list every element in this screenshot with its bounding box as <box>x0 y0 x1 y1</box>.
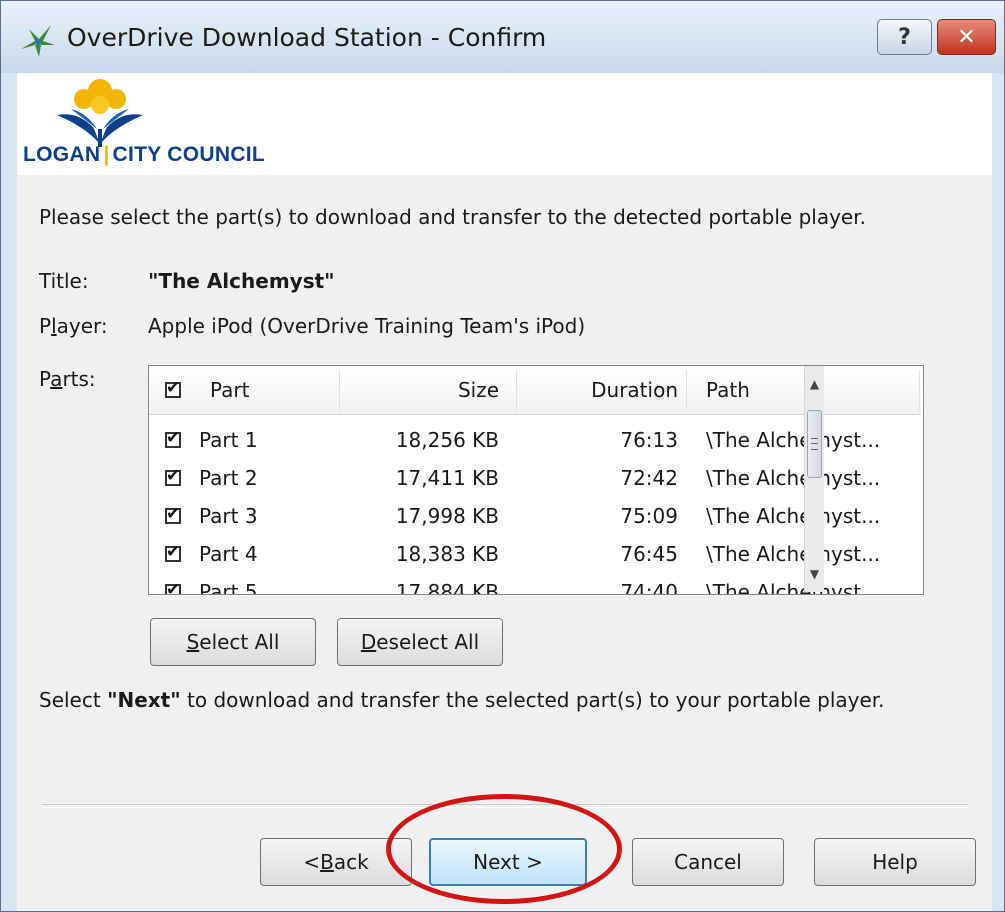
logo-text-logan: LOGAN <box>23 143 101 166</box>
window-title: OverDrive Download Station - Confirm <box>67 23 547 52</box>
scroll-down-arrow-icon[interactable]: ▼ <box>805 556 824 592</box>
logo-banner: LOGAN | CITY COUNCIL <box>17 73 992 175</box>
part-path: \The Alchemyst... <box>706 580 881 595</box>
select-all-button[interactable]: Select All <box>150 618 316 666</box>
title-label: Title: <box>39 269 89 293</box>
part-path: \The Alchemyst... <box>706 504 881 528</box>
overdrive-app-icon <box>21 25 55 57</box>
title-bar[interactable]: OverDrive Download Station - Confirm ? ✕ <box>1 1 1004 73</box>
column-header-duration[interactable]: Duration <box>516 366 678 414</box>
titlebar-help-button[interactable]: ? <box>877 19 932 55</box>
scroll-up-arrow-icon[interactable]: ▲ <box>805 366 824 402</box>
dialog-client-area: LOGAN | CITY COUNCIL Please select the par… <box>17 73 992 911</box>
cancel-button[interactable]: Cancel <box>632 838 784 886</box>
part-name: Part 4 <box>199 542 258 566</box>
part-duration: 74:40 <box>620 580 678 595</box>
logo-text-city-council: CITY COUNCIL <box>112 143 266 166</box>
column-header-part[interactable]: Part <box>210 366 249 414</box>
part-name: Part 1 <box>199 428 258 452</box>
part-duration: 75:09 <box>620 504 678 528</box>
help-button[interactable]: Help <box>814 838 976 886</box>
part-size: 17,998 KB <box>395 504 499 528</box>
back-button[interactable]: < Back <box>260 838 412 886</box>
logo-wordmark: LOGAN | CITY COUNCIL <box>23 143 266 166</box>
dialog-window: OverDrive Download Station - Confirm ? ✕… <box>0 0 1005 912</box>
part-size: 18,256 KB <box>395 428 499 452</box>
column-header-path[interactable]: Path <box>706 366 750 414</box>
row-checkbox[interactable] <box>165 466 181 486</box>
part-path: \The Alchemyst... <box>706 466 881 490</box>
part-size: 17,884 KB <box>395 580 499 595</box>
separator-line <box>42 804 968 808</box>
parts-list-scrollbar[interactable]: ▲ ▼ <box>804 366 824 592</box>
instruction-text: Please select the part(s) to download an… <box>39 205 866 229</box>
titlebar-close-button[interactable]: ✕ <box>937 19 996 55</box>
header-select-all-checkbox[interactable] <box>165 378 181 398</box>
part-path: \The Alchemyst... <box>706 428 881 452</box>
part-path: \The Alchemyst... <box>706 542 881 566</box>
row-checkbox[interactable] <box>165 428 181 448</box>
part-size: 17,411 KB <box>395 466 499 490</box>
part-name: Part 2 <box>199 466 258 490</box>
row-checkbox[interactable] <box>165 580 181 594</box>
scrollbar-thumb[interactable] <box>807 410 822 478</box>
row-checkbox[interactable] <box>165 504 181 524</box>
next-button[interactable]: Next > <box>429 838 587 886</box>
title-value: "The Alchemyst" <box>148 269 335 293</box>
part-name: Part 5 <box>199 580 258 595</box>
part-duration: 76:13 <box>620 428 678 452</box>
row-checkbox[interactable] <box>165 542 181 562</box>
footer-instruction: Select "Next" to download and transfer t… <box>39 688 885 712</box>
player-value: Apple iPod (OverDrive Training Team's iP… <box>148 314 586 338</box>
player-label: Player: <box>39 314 108 338</box>
part-name: Part 3 <box>199 504 258 528</box>
parts-label: Parts: <box>39 367 96 391</box>
column-header-size[interactable]: Size <box>339 366 499 414</box>
part-duration: 76:45 <box>620 542 678 566</box>
part-duration: 72:42 <box>620 466 678 490</box>
part-size: 18,383 KB <box>395 542 499 566</box>
deselect-all-button[interactable]: Deselect All <box>337 618 503 666</box>
